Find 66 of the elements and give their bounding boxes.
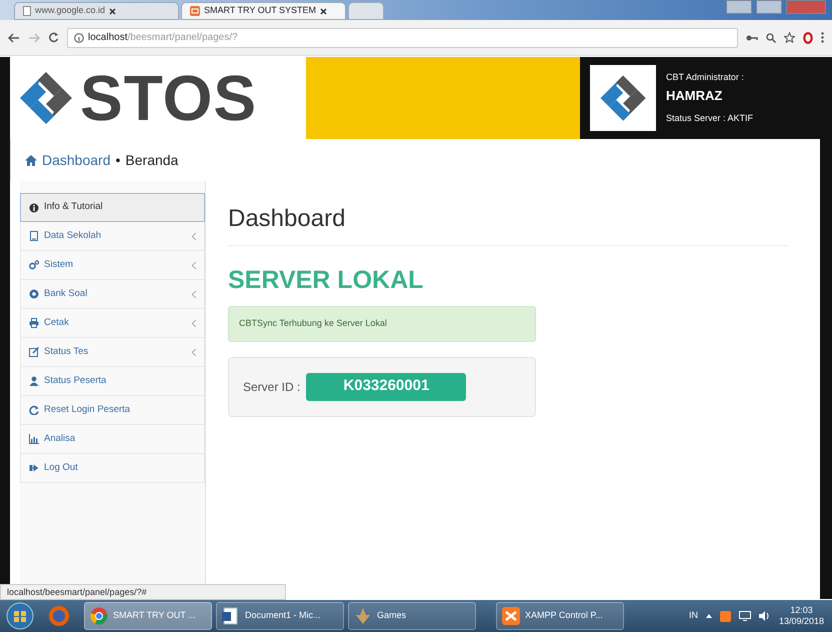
taskbar-button[interactable]: Document1 - Mic... <box>216 602 344 630</box>
user-name: HAMRAZ <box>666 87 724 106</box>
breadcrumb-current: Beranda <box>125 150 178 170</box>
edit-icon <box>29 347 39 357</box>
sidebar-item[interactable]: Info & Tutorial <box>20 193 205 222</box>
network-icon[interactable] <box>738 611 751 621</box>
breadcrumb-separator: • <box>116 150 120 170</box>
app-icon[interactable] <box>720 610 731 622</box>
user-icon <box>29 376 39 386</box>
sidebar-item[interactable]: Status Tes <box>20 338 205 367</box>
taskbar-button[interactable]: SMART TRY OUT ... <box>84 602 212 630</box>
speaker-icon[interactable] <box>758 611 771 621</box>
url-text: localhost/beesmart/panel/pages/? <box>88 31 238 45</box>
home-icon <box>25 154 37 166</box>
sidebar-item[interactable]: Analisa <box>20 425 205 454</box>
close-icon[interactable] <box>320 8 328 14</box>
reload-icon[interactable] <box>48 32 59 43</box>
role-label: CBT Administrator : <box>666 70 745 84</box>
sidebar-item[interactable]: Sistem <box>20 251 205 280</box>
menu-icon[interactable] <box>821 32 824 43</box>
sidebar-item[interactable]: Status Peserta <box>20 367 205 396</box>
logout-icon <box>29 463 39 473</box>
sidebar-item[interactable]: Data Sekolah <box>20 222 205 251</box>
breadcrumb-link[interactable]: Dashboard <box>42 150 110 170</box>
clock-time[interactable]: 12:03 <box>790 605 813 616</box>
close-icon[interactable] <box>109 8 116 14</box>
taskbar-button[interactable]: Games <box>348 602 476 630</box>
tab-label: SMART TRY OUT SYSTEM <box>204 4 316 18</box>
page-icon <box>23 6 31 16</box>
browser-icon <box>90 607 108 625</box>
chart-icon <box>29 434 39 444</box>
app-icon <box>190 6 200 16</box>
app-icon <box>502 607 520 625</box>
sidebar-item[interactable]: Cetak <box>20 309 205 338</box>
status-alert: CBTSync Terhubung ke Server Lokal <box>228 306 536 342</box>
star-icon[interactable] <box>784 32 795 43</box>
address-bar[interactable]: localhost/beesmart/panel/pages/? <box>67 28 738 48</box>
server-id-label: Server ID : <box>243 378 300 396</box>
browser-tab[interactable]: www.google.co.id <box>14 2 179 20</box>
document-icon <box>222 607 240 625</box>
taskbar-button[interactable]: XAMPP Control P... <box>496 602 624 630</box>
server-heading: SERVER LOKAL <box>228 265 424 296</box>
tab-label: www.google.co.id <box>35 4 106 18</box>
key-icon[interactable] <box>746 34 758 42</box>
back-icon[interactable] <box>8 32 20 42</box>
info-icon <box>74 32 84 42</box>
page-title: Dashboard <box>228 201 788 246</box>
server-status: Status Server : AKTIF <box>666 112 754 125</box>
ring-icon[interactable] <box>803 32 813 44</box>
arrow-icon[interactable] <box>706 614 712 618</box>
circle-icon <box>29 289 39 299</box>
search-icon[interactable] <box>766 32 776 42</box>
sidebar-item[interactable]: Reset Login Peserta <box>20 396 205 425</box>
refresh-icon <box>29 405 39 415</box>
server-id-value: K033260001 <box>306 372 466 400</box>
browser-tab[interactable]: SMART TRY OUT SYSTEM <box>181 2 346 20</box>
language-indicator[interactable]: IN <box>688 609 698 623</box>
info-icon <box>29 202 39 212</box>
gears-icon <box>29 260 39 270</box>
sidebar-item[interactable]: Log Out <box>20 454 205 483</box>
status-url: localhost/beesmart/panel/pages/?# <box>0 584 286 600</box>
sidebar-item[interactable]: Bank Soal <box>20 280 205 309</box>
logo-text: STOS <box>80 66 258 130</box>
clock-date[interactable]: 13/09/2018 <box>778 616 824 627</box>
start-icon[interactable] <box>6 602 34 630</box>
printer-icon <box>29 318 39 328</box>
